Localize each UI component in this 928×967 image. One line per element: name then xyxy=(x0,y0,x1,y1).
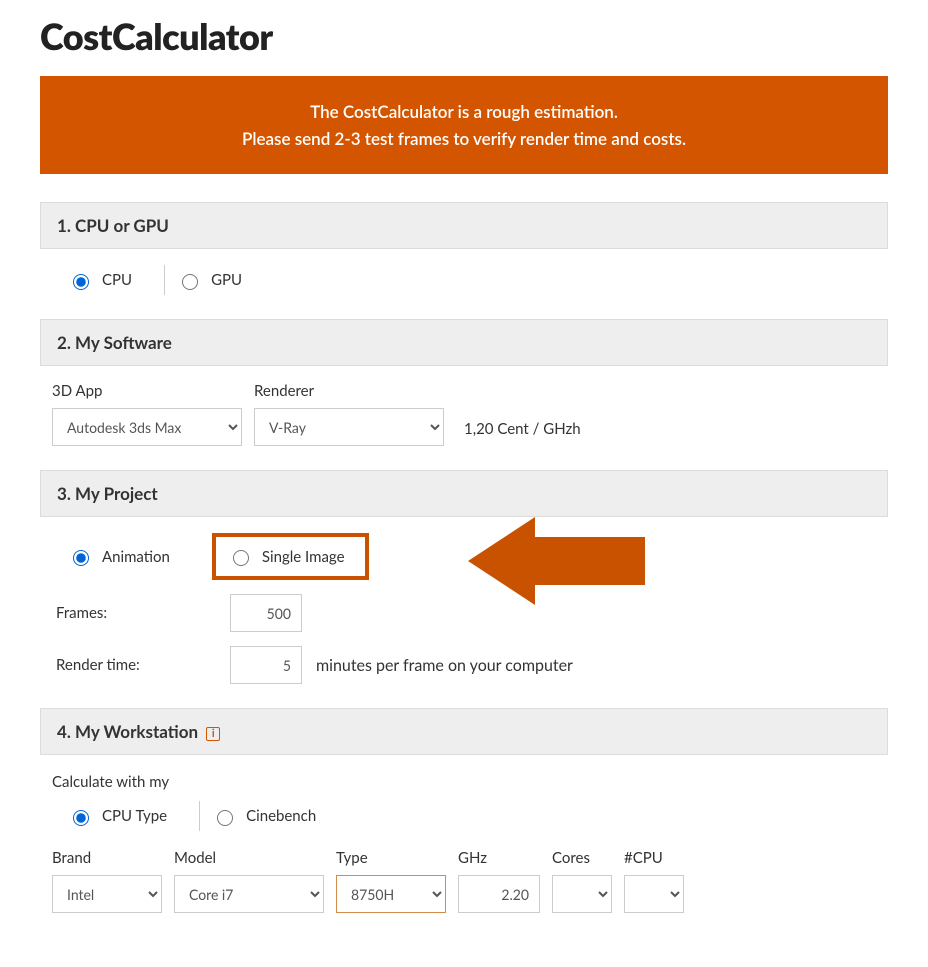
radio-cputype-input[interactable] xyxy=(73,810,89,826)
radio-animation-label: Animation xyxy=(102,548,170,566)
radio-cpu-input[interactable] xyxy=(73,274,89,290)
renderer-label: Renderer xyxy=(254,382,444,400)
divider xyxy=(164,265,165,295)
calculate-with-label: Calculate with my xyxy=(52,773,876,791)
cores-select[interactable]: 6 xyxy=(552,875,612,913)
rendertime-suffix: minutes per frame on your computer xyxy=(316,656,573,675)
brand-label: Brand xyxy=(52,849,162,867)
radio-cinebench-input[interactable] xyxy=(217,810,233,826)
section-3-header: 3. My Project xyxy=(40,470,888,517)
radio-animation[interactable]: Animation xyxy=(64,543,194,570)
section-2-header: 2. My Software xyxy=(40,319,888,366)
radio-single-image-label: Single Image xyxy=(262,548,345,566)
section-1-header: 1. CPU or GPU xyxy=(40,202,888,249)
notice-banner: The CostCalculator is a rough estimation… xyxy=(40,76,888,174)
ncpu-select[interactable]: 1 xyxy=(624,875,684,913)
model-label: Model xyxy=(174,849,324,867)
radio-gpu-input[interactable] xyxy=(182,274,198,290)
divider xyxy=(199,801,200,831)
radio-gpu-label: GPU xyxy=(211,271,242,289)
section-4-header: 4. My Workstation i xyxy=(40,708,888,755)
frames-label: Frames: xyxy=(56,604,176,622)
app-select[interactable]: Autodesk 3ds Max xyxy=(52,408,242,446)
type-label: Type xyxy=(336,849,446,867)
type-select[interactable]: 8750H xyxy=(336,875,446,913)
radio-gpu[interactable]: GPU xyxy=(173,267,266,294)
notice-line-2: Please send 2-3 test frames to verify re… xyxy=(60,125,868,152)
radio-cpu-label: CPU xyxy=(102,271,132,289)
rendertime-input[interactable] xyxy=(230,646,302,684)
ghz-input[interactable] xyxy=(458,875,540,913)
rate-text: 1,20 Cent / GHzh xyxy=(464,420,581,446)
frames-input[interactable] xyxy=(230,594,302,632)
radio-cinebench-label: Cinebench xyxy=(246,807,316,825)
renderer-select[interactable]: V-Ray xyxy=(254,408,444,446)
radio-cputype[interactable]: CPU Type xyxy=(64,803,191,830)
cores-label: Cores xyxy=(552,849,612,867)
page-title: CostCalculator xyxy=(40,14,888,58)
radio-cputype-label: CPU Type xyxy=(102,807,167,825)
radio-single-image-input[interactable] xyxy=(233,550,249,566)
notice-line-1: The CostCalculator is a rough estimation… xyxy=(60,98,868,125)
single-image-highlight: Single Image xyxy=(212,533,369,580)
radio-single-image[interactable]: Single Image xyxy=(228,547,345,566)
ncpu-label: #CPU xyxy=(624,849,684,867)
section-4-title: 4. My Workstation xyxy=(57,721,198,742)
model-select[interactable]: Core i7 xyxy=(174,875,324,913)
app-label: 3D App xyxy=(52,382,242,400)
info-icon[interactable]: i xyxy=(206,727,220,741)
radio-animation-input[interactable] xyxy=(73,550,89,566)
radio-cpu[interactable]: CPU xyxy=(64,267,156,294)
brand-select[interactable]: Intel xyxy=(52,875,162,913)
radio-cinebench[interactable]: Cinebench xyxy=(208,803,340,830)
rendertime-label: Render time: xyxy=(56,656,176,674)
ghz-label: GHz xyxy=(458,849,540,867)
